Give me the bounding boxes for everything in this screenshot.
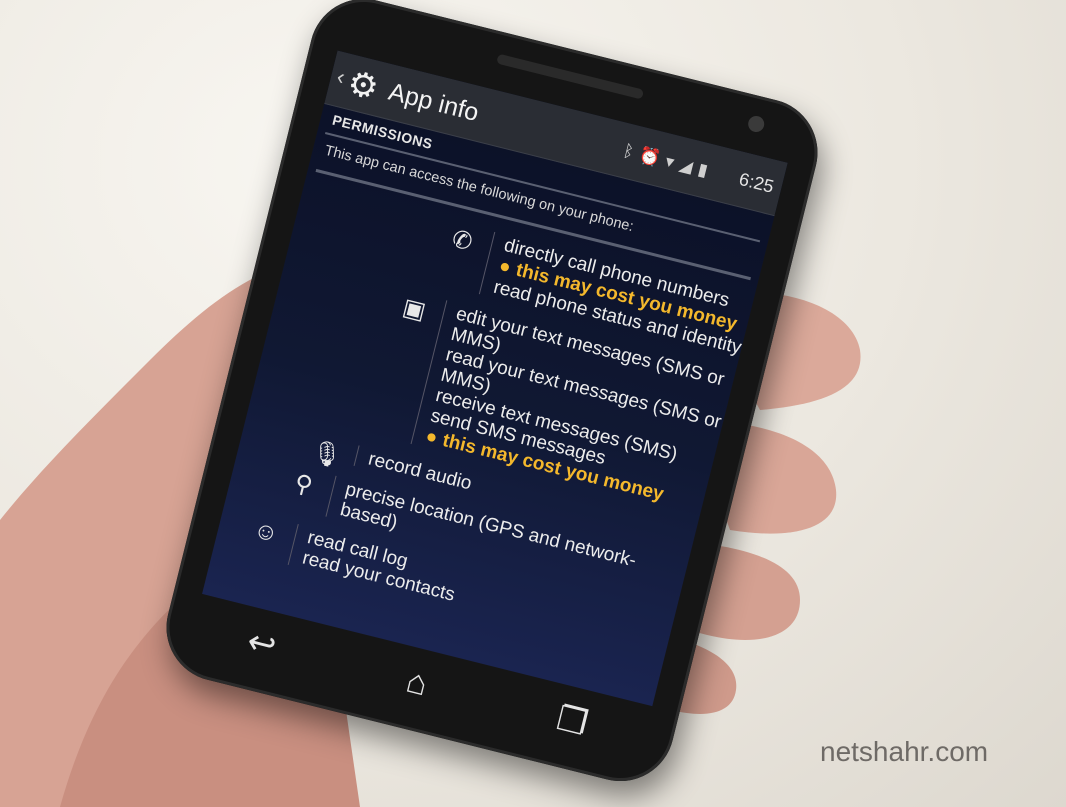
settings-gear-icon[interactable]: ⚙ [343, 63, 383, 109]
coins-icon: ● [496, 255, 514, 279]
home-icon[interactable]: ⌂ [383, 656, 451, 709]
coins-icon: ● [423, 425, 440, 449]
recent-apps-icon[interactable]: ❐ [538, 695, 606, 748]
back-icon[interactable]: ↩ [228, 617, 296, 670]
people-icon: ☺ [250, 515, 282, 549]
front-camera [746, 114, 766, 134]
status-time: 6:25 [737, 168, 776, 197]
battery-icon: ▮ [695, 159, 716, 182]
page-title: App info [385, 77, 482, 128]
back-chevron-icon[interactable]: ‹ [334, 64, 347, 91]
app-info-screen: ‹ ⚙ App info ᛒ⏰▾◢▮ 6:25 PERMISSIONS This… [202, 50, 788, 707]
location-pin-icon: ⚲ [291, 469, 316, 500]
status-icons: ᛒ⏰▾◢▮ [621, 141, 715, 183]
microphone-icon: 🎙 [308, 437, 345, 472]
watermark: netshahr.com [820, 736, 989, 767]
message-icon: ▣ [399, 293, 429, 326]
phone-icon: ✆ [449, 225, 476, 257]
